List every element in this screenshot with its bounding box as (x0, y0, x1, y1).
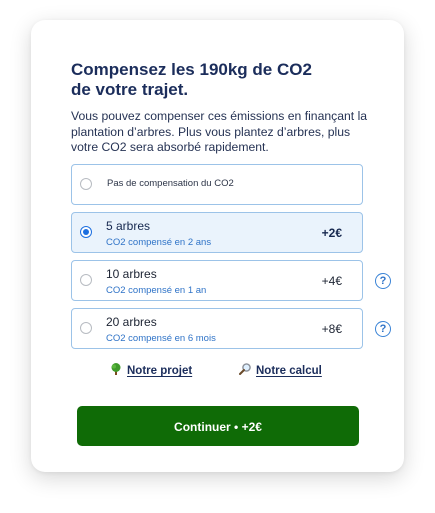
option-subtitle: CO2 compensé en 6 mois (106, 333, 216, 344)
radio-10-trees[interactable] (80, 274, 92, 286)
radio-20-trees[interactable] (80, 322, 92, 334)
compensation-card: Compensez les 190kg de CO2 de votre traj… (31, 20, 404, 472)
option-no-compensation[interactable]: Pas de compensation du CO2 (71, 164, 363, 205)
option-subtitle: CO2 compensé en 2 ans (106, 237, 212, 248)
tree-icon (111, 363, 121, 375)
info-links: Notre projet Notre calcul (109, 361, 339, 377)
radio-no-compensation[interactable] (80, 178, 92, 190)
continue-button[interactable]: Continuer • +2€ (77, 406, 359, 446)
project-link[interactable]: Notre projet (109, 361, 192, 379)
option-price: +2€ (321, 226, 342, 240)
calculation-link-label: Notre calcul (256, 365, 322, 377)
option-price: +8€ (321, 322, 342, 336)
help-icon[interactable]: ? (375, 273, 391, 289)
option-label: 5 arbres (106, 219, 151, 233)
option-label: 10 arbres (106, 267, 157, 281)
radio-5-trees[interactable] (80, 226, 92, 238)
magnifier-icon (239, 363, 251, 375)
card-description: Vous pouvez compenser ces émissions en f… (71, 109, 368, 154)
option-price: +4€ (321, 274, 342, 288)
calculation-link[interactable]: Notre calcul (238, 361, 322, 379)
option-subtitle: CO2 compensé en 1 an (106, 285, 207, 296)
option-label: Pas de compensation du CO2 (107, 178, 234, 189)
option-label: 20 arbres (106, 315, 157, 329)
project-link-label: Notre projet (127, 365, 193, 377)
card-title: Compensez les 190kg de CO2 de votre traj… (71, 60, 312, 99)
option-5-trees[interactable]: 5 arbres CO2 compensé en 2 ans +2€ (71, 212, 363, 253)
option-20-trees[interactable]: 20 arbres CO2 compensé en 6 mois +8€ (71, 308, 363, 349)
help-icon[interactable]: ? (375, 321, 391, 337)
option-10-trees[interactable]: 10 arbres CO2 compensé en 1 an +4€ (71, 260, 363, 301)
